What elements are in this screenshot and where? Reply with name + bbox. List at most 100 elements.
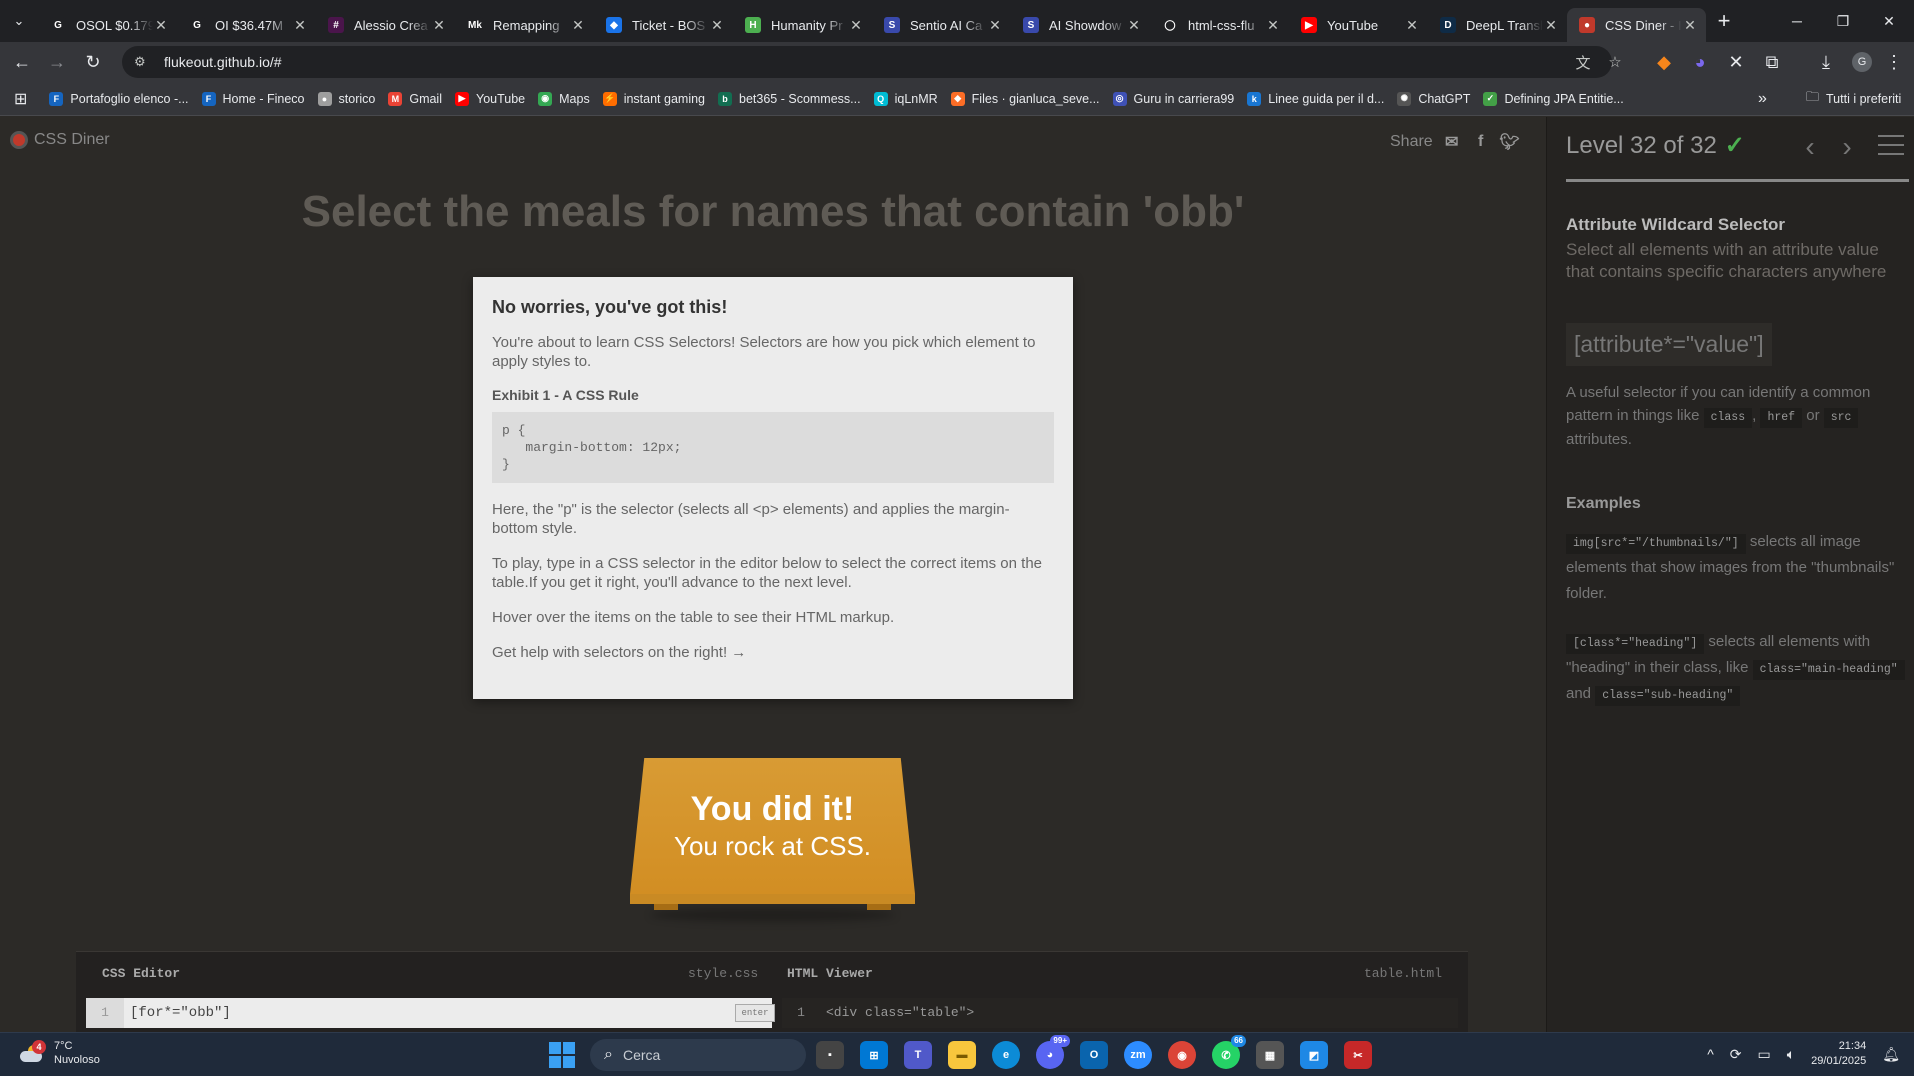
tab-sentio[interactable]: S Sentio AI Ca ✕ [872,8,1011,42]
bookmark-item[interactable]: k Linee guida per il d... [1247,91,1384,106]
url-text[interactable]: flukeout.github.io/# [164,54,282,70]
bookmark-item[interactable]: ◎ Guru in carriera99 [1112,91,1234,106]
tab-css-diner[interactable]: ● CSS Diner - I ✕ [1567,8,1706,42]
bookmark-favicon-icon: ◎ [1112,91,1127,106]
close-tab-icon[interactable]: ✕ [1126,17,1142,34]
close-tab-icon[interactable]: ✕ [292,17,308,34]
extension-icon[interactable]: ◕ [1686,48,1714,76]
bookmark-item[interactable]: ● storico [317,91,375,106]
bookmark-item[interactable]: ✺ ChatGPT [1397,91,1470,106]
metamask-extension-icon[interactable]: ◆ [1650,48,1678,76]
close-tab-icon[interactable]: ✕ [153,17,169,34]
clock[interactable]: 21:34 29/01/2025 [1811,1039,1866,1069]
tab-slack[interactable]: # Alessio Crea ✕ [316,8,455,42]
taskbar-search[interactable]: ⌕ Cerca [590,1039,806,1071]
new-tab-button[interactable]: + [1706,0,1742,42]
discord-icon[interactable]: ◕ 99+ [1036,1035,1070,1069]
translate-icon[interactable]: 文 [1574,53,1592,72]
file-explorer-icon[interactable]: ▬ [948,1041,976,1069]
email-icon[interactable]: ✉ [1442,133,1462,151]
network-icon[interactable]: ▭ [1758,1046,1771,1063]
more-bookmarks-icon[interactable]: » [1758,90,1767,108]
close-window-button[interactable]: ✕ [1866,0,1912,42]
bookmark-item[interactable]: ⚡ instant gaming [602,91,705,106]
mk-icon: Mk [467,17,483,33]
volume-icon[interactable]: 🔈︎ [1787,1046,1795,1063]
close-tab-icon[interactable]: ✕ [1682,17,1698,34]
enter-button[interactable]: enter [735,1004,775,1022]
close-tab-icon[interactable]: ✕ [709,17,725,34]
edge-icon[interactable]: e [992,1041,1020,1069]
apps-grid-icon[interactable]: ⊞ [14,89,27,109]
bookmark-item[interactable]: M Gmail [388,91,442,106]
extension-x-icon[interactable]: ✕ [1722,48,1750,76]
download-icon[interactable]: ⤓ [1812,48,1840,76]
css-selector-input[interactable] [130,1002,650,1024]
close-tab-icon[interactable]: ✕ [848,17,864,34]
whatsapp-icon[interactable]: ✆ 66 [1212,1035,1246,1069]
extensions-puzzle-icon[interactable]: ⧉ [1758,48,1786,76]
weather-widget[interactable]: 4 7°C Nuvoloso [18,1039,100,1067]
site-info-icon[interactable]: ⚙ [134,54,150,70]
tab-mk[interactable]: Mk Remapping ✕ [455,8,594,42]
bookmark-item[interactable]: QiqLnMR [873,91,938,106]
teams-icon[interactable]: T [904,1041,932,1069]
task-view-icon[interactable]: ▪ [816,1041,844,1069]
close-tab-icon[interactable]: ✕ [987,17,1003,34]
previous-level-chevron-icon[interactable]: ‹ [1797,131,1823,163]
tab-humanity[interactable]: H Humanity Pr ✕ [733,8,872,42]
tab-ticket[interactable]: ◆ Ticket - BOS ✕ [594,8,733,42]
level-menu-icon[interactable] [1878,135,1904,157]
windows-start-icon[interactable] [549,1042,575,1068]
tab-search-chevron-icon[interactable]: ⌄ [0,0,38,42]
browser-menu-icon[interactable]: ⋮ [1880,48,1908,76]
reload-icon[interactable]: ↻ [79,48,107,76]
zoom-icon[interactable]: zm [1124,1041,1152,1069]
twitter-icon[interactable]: 🐦︎ [1500,133,1520,151]
bookmark-item[interactable]: ◆ Files · gianluca_seve... [950,91,1100,106]
html-viewer-row[interactable]: 1 <div class="table"> [782,998,1458,1028]
outlook-icon[interactable]: O [1080,1041,1108,1069]
bookmark-star-icon[interactable]: ☆ [1606,53,1624,71]
chrome-icon[interactable]: ◉ [1168,1041,1196,1069]
remote-desktop-icon[interactable]: ◩ [1300,1041,1328,1069]
bookmark-item[interactable]: b bet365 - Scommess... [718,91,861,106]
tray-chevron-up-icon[interactable]: ^ [1707,1046,1714,1062]
bookmark-item[interactable]: ✓ Defining JPA Entitie... [1483,91,1624,106]
profile-avatar[interactable]: G [1848,48,1876,76]
tab-gitbook[interactable]: G OSOL $0.179 ✕ [38,8,177,42]
bookmark-item[interactable]: F Home - Fineco [201,91,305,106]
tab-sentio[interactable]: S AI Showdow ✕ [1011,8,1150,42]
tab-youtube[interactable]: ▶ YouTube ✕ [1289,8,1428,42]
notifications-bell-icon[interactable]: 🔔︎ [1882,1046,1900,1063]
restore-button[interactable]: ❐ [1820,0,1866,42]
forward-arrow-icon[interactable]: → [43,48,71,76]
sync-icon[interactable]: ⟳ [1730,1046,1742,1063]
close-tab-icon[interactable]: ✕ [1543,17,1559,34]
bookmark-item[interactable]: ◉ Maps [538,91,590,106]
help-sidebar-hint: Get help with selectors on the right! → [492,644,747,661]
facebook-icon[interactable]: f [1471,133,1491,151]
tab-gitbook[interactable]: G OI $36.47M ✕ [177,8,316,42]
store-icon[interactable]: ⊞ [860,1041,888,1069]
help-intro: You're about to learn CSS Selectors! Sel… [492,334,1036,370]
bookmark-item[interactable]: ▶ YouTube [455,91,525,106]
calculator-icon[interactable]: ▦ [1256,1041,1284,1069]
next-level-chevron-icon[interactable]: › [1834,131,1860,163]
close-tab-icon[interactable]: ✕ [570,17,586,34]
close-tab-icon[interactable]: ✕ [1265,17,1281,34]
bookmark-item[interactable]: F Portafoglio elenco -... [49,91,189,106]
folder-icon: 🗀 [1806,88,1820,104]
address-bar[interactable]: ⚙ flukeout.github.io/# 文 ☆ [122,46,1622,78]
minimize-button[interactable]: ─ [1774,0,1820,42]
close-tab-icon[interactable]: ✕ [431,17,447,34]
completed-check-icon: ✓ [1724,132,1745,159]
css-diner-logo[interactable]: CSS Diner [10,131,110,149]
close-tab-icon[interactable]: ✕ [1404,17,1420,34]
back-arrow-icon[interactable]: ← [8,48,36,76]
tab-deepl[interactable]: D DeepL Transl ✕ [1428,8,1567,42]
all-bookmarks-folder[interactable]: 🗀 Tutti i preferiti [1806,88,1901,110]
tab-title: YouTube [1327,17,1379,33]
tab-github[interactable]: ◯ html-css-flu ✕ [1150,8,1289,42]
snipping-tool-icon[interactable]: ✂ [1344,1041,1372,1069]
